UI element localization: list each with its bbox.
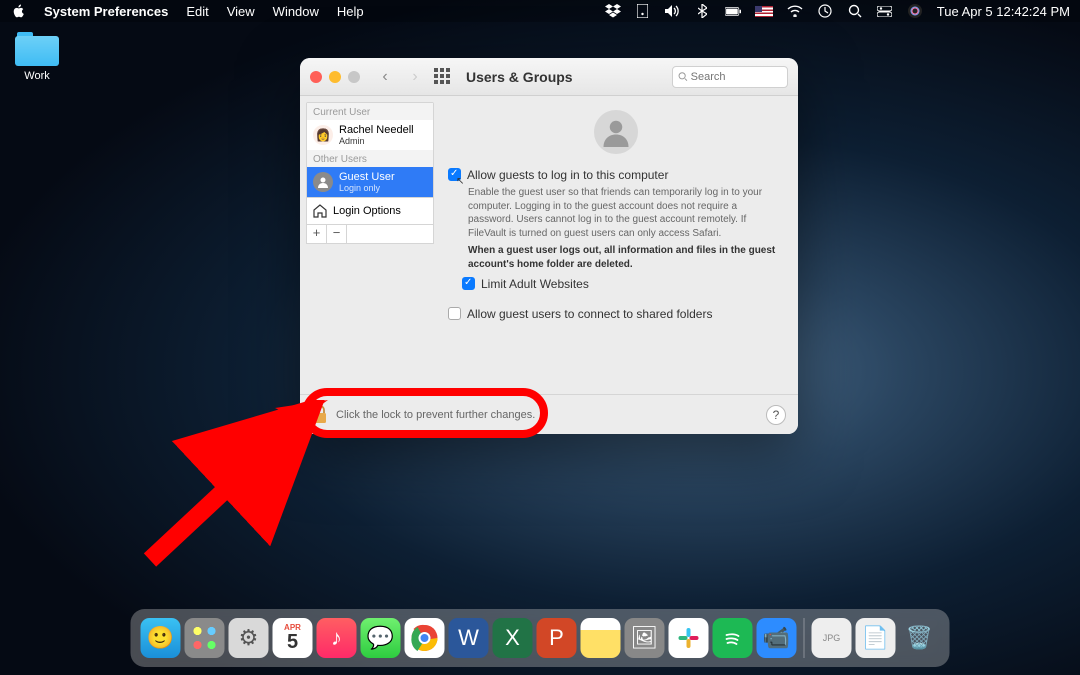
main-content: Allow guests to log in to this computer … xyxy=(434,96,798,394)
sidebar-current-user[interactable]: 👩 Rachel Needell Admin xyxy=(307,120,433,150)
avatar-icon xyxy=(313,172,333,192)
dock-trash[interactable]: 🗑️ xyxy=(900,618,940,658)
users-sidebar: Current User 👩 Rachel Needell Admin Othe… xyxy=(306,102,434,244)
lock-text[interactable]: Click the lock to prevent further change… xyxy=(336,409,535,421)
allow-shared-label: Allow guest users to connect to shared f… xyxy=(467,307,712,321)
dock-powerpoint[interactable]: P xyxy=(537,618,577,658)
search-input[interactable] xyxy=(691,71,782,83)
dock-finder[interactable]: 🙂 xyxy=(141,618,181,658)
remove-user-button[interactable]: − xyxy=(327,225,347,243)
input-source-icon[interactable] xyxy=(755,6,773,17)
dock-recent-doc[interactable]: JPG xyxy=(812,618,852,658)
help-button[interactable]: ? xyxy=(766,405,786,425)
avatar-icon: 👩 xyxy=(313,125,333,145)
user-role: Admin xyxy=(339,136,414,146)
lock-bar: Click the lock to prevent further change… xyxy=(300,394,798,434)
apple-menu-icon[interactable] xyxy=(10,4,26,18)
user-role: Login only xyxy=(339,183,395,193)
dock-separator xyxy=(804,618,805,658)
control-center-icon[interactable] xyxy=(877,4,893,18)
dock: 🙂 ⚙ APR5 ♪ 💬 W X P 🖼 📹 JPG 📄 🗑️ xyxy=(131,609,950,667)
dock-calendar[interactable]: APR5 xyxy=(273,618,313,658)
close-button[interactable] xyxy=(310,71,322,83)
menu-window[interactable]: Window xyxy=(273,4,319,19)
folder-icon xyxy=(15,32,59,66)
guest-avatar[interactable] xyxy=(594,110,638,154)
clock[interactable]: Tue Apr 5 12:42:24 PM xyxy=(937,4,1070,19)
dock-launchpad[interactable] xyxy=(185,618,225,658)
dock-slack[interactable] xyxy=(669,618,709,658)
dock-system-preferences[interactable]: ⚙ xyxy=(229,618,269,658)
window-title: Users & Groups xyxy=(466,69,573,85)
forward-button[interactable]: › xyxy=(404,68,426,86)
wifi-icon[interactable] xyxy=(787,4,803,18)
login-options-button[interactable]: Login Options xyxy=(307,197,433,224)
menubar: System Preferences Edit View Window Help… xyxy=(0,0,1080,22)
house-icon xyxy=(313,204,327,218)
users-groups-window: ‹ › Users & Groups Current User 👩 Rachel… xyxy=(300,58,798,434)
menu-help[interactable]: Help xyxy=(337,4,364,19)
dropbox-icon[interactable] xyxy=(605,4,621,18)
other-users-header: Other Users xyxy=(307,150,433,167)
lock-icon[interactable] xyxy=(312,405,328,425)
allow-shared-checkbox[interactable] xyxy=(448,307,461,320)
dock-preview[interactable]: 🖼 xyxy=(625,618,665,658)
user-name: Guest User xyxy=(339,171,395,183)
dock-spotify[interactable] xyxy=(713,618,753,658)
folder-label: Work xyxy=(10,70,64,82)
dock-recent-doc[interactable]: 📄 xyxy=(856,618,896,658)
current-user-header: Current User xyxy=(307,103,433,120)
zoom-button[interactable] xyxy=(348,71,360,83)
dock-notes[interactable] xyxy=(581,618,621,658)
show-all-button[interactable] xyxy=(434,68,452,86)
minimize-button[interactable] xyxy=(329,71,341,83)
allow-guests-label: Allow guests to log in to this computer xyxy=(467,168,668,182)
menu-edit[interactable]: Edit xyxy=(186,4,208,19)
timemachine-icon[interactable] xyxy=(817,4,833,18)
app-name[interactable]: System Preferences xyxy=(44,4,168,19)
search-field[interactable] xyxy=(672,66,788,88)
dock-music[interactable]: ♪ xyxy=(317,618,357,658)
search-icon xyxy=(678,71,688,82)
volume-icon[interactable] xyxy=(665,4,681,18)
bluetooth-icon[interactable] xyxy=(695,4,711,18)
dock-word[interactable]: W xyxy=(449,618,489,658)
dock-excel[interactable]: X xyxy=(493,618,533,658)
sidebar-guest-user[interactable]: Guest User Login only xyxy=(307,167,433,197)
menu-view[interactable]: View xyxy=(227,4,255,19)
add-user-button[interactable]: + xyxy=(307,225,327,243)
back-button[interactable]: ‹ xyxy=(374,68,396,86)
allow-guests-desc: Enable the guest user so that friends ca… xyxy=(468,186,784,240)
dock-chrome[interactable] xyxy=(405,618,445,658)
allow-guests-bold: When a guest user logs out, all informat… xyxy=(468,244,784,271)
siri-icon[interactable] xyxy=(907,4,923,18)
dock-messages[interactable]: 💬 xyxy=(361,618,401,658)
dock-zoom[interactable]: 📹 xyxy=(757,618,797,658)
limit-adult-label: Limit Adult Websites xyxy=(481,277,589,291)
limit-adult-checkbox[interactable] xyxy=(462,277,475,290)
spotlight-icon[interactable] xyxy=(847,4,863,18)
battery-icon[interactable] xyxy=(725,4,741,18)
desktop-folder-work[interactable]: Work xyxy=(10,32,64,82)
backup-icon[interactable] xyxy=(635,4,651,18)
user-name: Rachel Needell xyxy=(339,124,414,136)
titlebar: ‹ › Users & Groups xyxy=(300,58,798,96)
